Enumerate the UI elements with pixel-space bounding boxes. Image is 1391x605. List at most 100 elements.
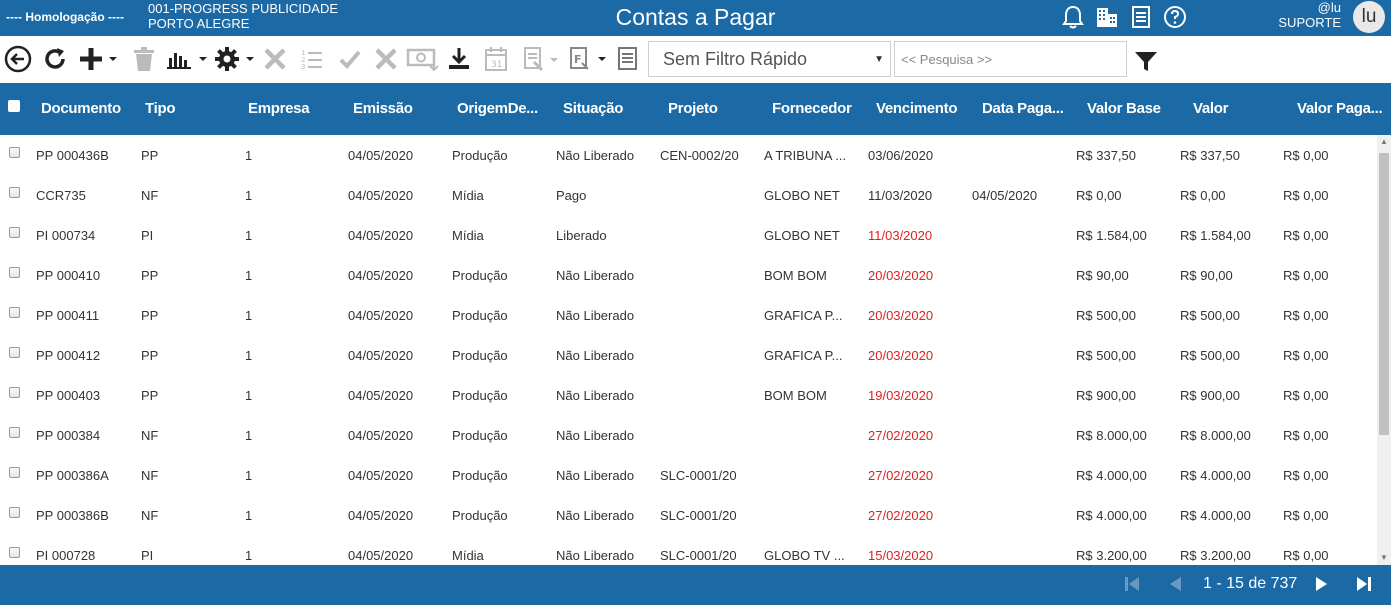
company-info[interactable]: 001-PROGRESS PUBLICIDADE PORTO ALEGRE [148,1,338,31]
column-header-fornecedor[interactable]: Fornecedor [772,100,852,117]
cell-situacao: Não Liberado [556,508,635,523]
add-icon[interactable] [78,44,118,74]
cell-documento: PP 000403 [36,388,101,403]
back-icon[interactable] [4,44,32,74]
table-row[interactable]: PP 000410 PP 1 04/05/2020 Produção Não Libera… [0,255,1377,295]
cell-situacao: Não Liberado [556,348,635,363]
table-row[interactable]: PP 000384 NF 1 04/05/2020 Produção Não Libera… [0,415,1377,455]
cell-valor-pago: R$ 0,00 [1283,268,1329,283]
row-checkbox[interactable] [9,307,20,318]
search-input[interactable]: << Pesquisa >> [894,41,1127,77]
cell-emissao: 04/05/2020 [348,188,414,203]
cell-valor-pago: R$ 0,00 [1283,228,1329,243]
cell-valor: R$ 0,00 [1180,188,1226,203]
report-icon[interactable]: F [568,44,608,74]
row-checkbox[interactable] [9,467,20,478]
cell-empresa: 1 [245,188,253,203]
download-icon[interactable] [447,44,471,74]
cell-valor: R$ 4.000,00 [1180,508,1251,523]
row-checkbox[interactable] [9,227,20,238]
vertical-scrollbar[interactable]: ▲ ▼ [1377,135,1391,565]
column-header-vencimento[interactable]: Vencimento [876,100,958,117]
cell-documento: PP 000384 [36,428,101,443]
row-checkbox[interactable] [9,347,20,358]
cell-origem: Produção [452,148,508,163]
search-placeholder: << Pesquisa >> [901,52,993,67]
row-checkbox[interactable] [9,387,20,398]
cell-tipo: PP [141,348,159,363]
cell-valor: R$ 500,00 [1180,348,1240,363]
building-icon[interactable] [1094,4,1120,30]
row-checkbox[interactable] [9,147,20,158]
cell-emissao: 04/05/2020 [348,228,414,243]
table-row[interactable]: CCR735 NF 1 04/05/2020 Mídia Pago GLOBO NET 11/… [0,175,1377,215]
calendar-icon: 31 [484,44,508,74]
column-header-projeto[interactable]: Projeto [668,100,718,117]
row-checkbox[interactable] [9,267,20,278]
table-row[interactable]: PP 000436B PP 1 04/05/2020 Produção Não Liber… [0,135,1377,175]
last-page-icon[interactable] [1356,576,1372,597]
scroll-thumb[interactable] [1379,153,1389,435]
column-header-origem[interactable]: OrigemDe... [457,100,538,117]
cell-emissao: 04/05/2020 [348,268,414,283]
cell-vencimento: 27/02/2020 [868,508,934,523]
column-header-emissao[interactable]: Emissão [353,100,413,117]
cell-vencimento: 20/03/2020 [868,348,934,363]
chart-icon[interactable] [166,44,208,74]
column-header-valor-pago[interactable]: Valor Paga... [1297,100,1383,117]
cell-vencimento: 03/06/2020 [868,148,934,163]
row-checkbox[interactable] [9,507,20,518]
cell-emissao: 04/05/2020 [348,308,414,323]
column-header-documento[interactable]: Documento [41,100,121,117]
cell-valor-pago: R$ 0,00 [1283,468,1329,483]
notes-icon[interactable] [617,44,639,74]
cell-situacao: Não Liberado [556,308,635,323]
cell-valor-base: R$ 500,00 [1076,308,1136,323]
cell-projeto: CEN-0002/20 [660,148,739,163]
cell-valor-base: R$ 900,00 [1076,388,1136,403]
cell-valor: R$ 8.000,00 [1180,428,1251,443]
cell-tipo: NF [141,468,159,483]
column-header-valor-base[interactable]: Valor Base [1087,100,1161,117]
avatar[interactable]: lu [1353,1,1385,33]
scroll-down-icon[interactable]: ▼ [1380,553,1388,562]
row-checkbox[interactable] [9,547,20,558]
row-checkbox[interactable] [9,427,20,438]
table-row[interactable]: PP 000412 PP 1 04/05/2020 Produção Não Libera… [0,335,1377,375]
cell-fornecedor: BOM BOM [764,388,827,403]
cell-valor-pago: R$ 0,00 [1283,548,1329,563]
quick-filter-select[interactable]: Sem Filtro Rápido ▼ [648,41,891,77]
previous-page-icon[interactable] [1168,576,1182,597]
first-page-icon[interactable] [1124,576,1140,597]
column-header-tipo[interactable]: Tipo [145,100,175,117]
table-row[interactable]: PP 000403 PP 1 04/05/2020 Produção Não Libera… [0,375,1377,415]
cell-situacao: Não Liberado [556,468,635,483]
table-row[interactable]: PP 000386A NF 1 04/05/2020 Produção Não Liber… [0,455,1377,495]
column-header-empresa[interactable]: Empresa [248,100,310,117]
column-header-situacao[interactable]: Situação [563,100,623,117]
column-header-data-pagamento[interactable]: Data Paga... [982,100,1064,117]
cell-empresa: 1 [245,388,253,403]
user-info[interactable]: @lu SUPORTE [1278,0,1341,30]
table-row[interactable]: PP 000386B NF 1 04/05/2020 Produção Não Liber… [0,495,1377,535]
table-row[interactable]: PP 000411 PP 1 04/05/2020 Produção Não Libera… [0,295,1377,335]
cell-valor-base: R$ 500,00 [1076,348,1136,363]
scroll-up-icon[interactable]: ▲ [1380,137,1388,146]
cell-projeto: SLC-0001/20 [660,548,737,563]
cell-empresa: 1 [245,428,253,443]
column-header-valor[interactable]: Valor [1193,100,1228,117]
help-icon[interactable] [1162,4,1188,30]
refresh-icon[interactable] [42,44,68,74]
gear-icon[interactable] [214,44,256,74]
table-row[interactable]: PI 000728 PI 1 04/05/2020 Mídia Não Liberado S… [0,535,1377,565]
table-row[interactable]: PI 000734 PI 1 04/05/2020 Mídia Liberado GLOBO… [0,215,1377,255]
row-checkbox[interactable] [9,187,20,198]
document-icon[interactable] [1128,4,1154,30]
svg-text:31: 31 [491,60,502,70]
bell-icon[interactable] [1060,4,1086,30]
next-page-icon[interactable] [1315,576,1329,597]
cell-emissao: 04/05/2020 [348,348,414,363]
select-all-checkbox[interactable] [8,100,20,112]
cell-valor: R$ 900,00 [1180,388,1240,403]
filter-icon[interactable] [1134,47,1158,77]
